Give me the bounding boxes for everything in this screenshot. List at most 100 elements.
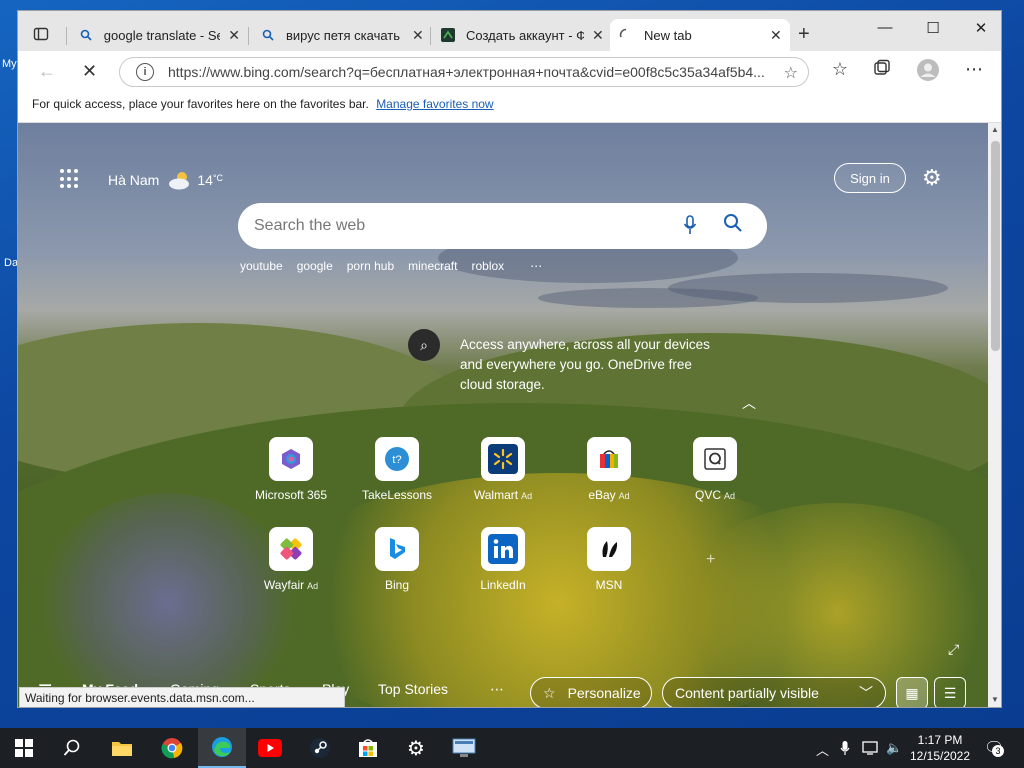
address-url: https://www.bing.com/search?q=бесплатная… xyxy=(168,64,765,80)
tab-title: New tab xyxy=(644,27,692,43)
weather-widget[interactable]: Hà Nam 14 °C xyxy=(108,169,223,191)
youtube-icon[interactable] xyxy=(246,728,294,768)
tab-create-account[interactable]: Создать аккаунт - Фо ✕ xyxy=(432,19,612,51)
weather-unit: °C xyxy=(212,173,224,183)
back-icon[interactable]: ← xyxy=(38,61,56,82)
system-clock[interactable]: 1:17 PM 12/15/2022 xyxy=(905,732,975,764)
chrome-icon[interactable] xyxy=(148,728,196,768)
search-icon[interactable] xyxy=(723,213,743,239)
list-layout-icon[interactable]: ☰ xyxy=(934,677,966,707)
address-bar[interactable]: i https://www.bing.com/search?q=бесплатн… xyxy=(119,57,809,87)
manage-favorites-link[interactable]: Manage favorites now xyxy=(376,97,493,111)
browser-window: google translate - Sea ✕ вирус петя скач… xyxy=(17,10,1002,708)
edge-icon[interactable] xyxy=(198,728,246,768)
trending-item[interactable]: roblox xyxy=(471,259,504,273)
quick-link-label: LinkedIn xyxy=(480,578,526,592)
windows-icon xyxy=(15,739,33,757)
tab-title: Создать аккаунт - Фо xyxy=(466,27,584,43)
quick-link-wayfair[interactable]: Wayfair Ad xyxy=(236,527,346,592)
minimize-icon[interactable]: — xyxy=(862,19,908,36)
more-feed-tabs-icon[interactable]: ⋯ xyxy=(490,681,504,698)
content-visibility-dropdown[interactable]: Content partially visible ﹀ xyxy=(662,677,886,707)
close-tab-icon[interactable]: ✕ xyxy=(228,27,240,44)
trending-item[interactable]: google xyxy=(297,259,333,273)
add-quick-link-icon[interactable]: + xyxy=(706,551,715,569)
tab-virus-search[interactable]: вирус петя скачать - ✕ xyxy=(252,19,432,51)
quick-link-bing[interactable]: Bing xyxy=(342,527,452,592)
search-icon[interactable] xyxy=(48,728,96,768)
remote-desktop-icon[interactable] xyxy=(440,728,488,768)
quick-link-label: Walmart xyxy=(473,488,519,502)
close-tab-icon[interactable]: ✕ xyxy=(592,27,604,44)
collections-icon[interactable] xyxy=(870,59,894,82)
feed-tab-top-stories[interactable]: Top Stories xyxy=(378,681,448,697)
search-box[interactable]: Search the web xyxy=(238,203,767,249)
toolbar: ← ✕ i https://www.bing.com/search?q=бесп… xyxy=(18,51,1001,91)
grid-layout-icon[interactable]: ▦ xyxy=(896,677,928,707)
clock-time: 1:17 PM xyxy=(917,733,963,747)
microphone-icon[interactable] xyxy=(840,740,850,759)
tab-bar: google translate - Sea ✕ вирус петя скач… xyxy=(18,11,1001,51)
page-scrollbar[interactable]: ▲ ▼ xyxy=(988,123,1001,707)
file-explorer-icon[interactable] xyxy=(98,728,146,768)
quick-link-qvc[interactable]: QVC Ad xyxy=(660,437,770,502)
search-icon xyxy=(260,27,276,43)
chevron-up-icon[interactable]: ︿ xyxy=(742,393,756,413)
close-tab-icon[interactable]: ✕ xyxy=(412,27,424,44)
content-visibility-label: Content partially visible xyxy=(675,685,819,701)
trending-item[interactable]: youtube xyxy=(240,259,283,273)
gear-icon[interactable]: ⚙ xyxy=(922,165,942,191)
store-icon[interactable] xyxy=(344,728,392,768)
sign-in-button[interactable]: Sign in xyxy=(834,163,906,193)
quick-link-label: QVC xyxy=(694,488,721,502)
quick-link-label: MSN xyxy=(595,578,623,592)
maximize-icon[interactable]: ☐ xyxy=(910,19,956,37)
onedrive-promo[interactable]: Access anywhere, across all your devices… xyxy=(460,335,720,395)
chevron-down-icon: ﹀ xyxy=(859,685,873,701)
microphone-icon[interactable] xyxy=(683,215,697,240)
new-tab-button[interactable]: + xyxy=(798,23,810,46)
settings-icon[interactable]: ⚙ xyxy=(392,728,440,768)
volume-icon[interactable]: 🔈 xyxy=(886,740,902,756)
chevron-up-icon[interactable]: ︿ xyxy=(816,740,829,759)
microsoft365-icon xyxy=(269,437,313,481)
tab-actions-icon[interactable] xyxy=(28,21,54,47)
favorites-icon[interactable]: ☆ xyxy=(828,59,852,80)
quick-link-label: Microsoft 365 xyxy=(254,488,328,502)
weather-temp: 14 xyxy=(197,172,213,188)
more-trending-icon[interactable]: ⋯ xyxy=(530,259,542,273)
visual-search-icon[interactable]: ⌕ xyxy=(408,329,440,361)
expand-icon[interactable]: ⤢ xyxy=(948,641,959,658)
close-window-icon[interactable]: ✕ xyxy=(958,19,1001,37)
trending-item[interactable]: porn hub xyxy=(347,259,394,273)
quick-link-microsoft365[interactable]: Microsoft 365 xyxy=(236,437,346,502)
site-icon xyxy=(440,27,456,43)
start-button[interactable] xyxy=(0,728,48,768)
quick-link-linkedin[interactable]: LinkedIn xyxy=(448,527,558,592)
quick-link-takelessons[interactable]: t? TakeLessons xyxy=(342,437,452,502)
steam-icon[interactable] xyxy=(296,728,344,768)
trending-item[interactable]: minecraft xyxy=(408,259,457,273)
ad-badge: Ad xyxy=(618,491,630,501)
status-bar: Waiting for browser.events.data.msn.com.… xyxy=(19,687,345,707)
search-input[interactable]: Search the web xyxy=(254,217,674,235)
tab-new-tab[interactable]: New tab ✕ xyxy=(610,19,790,51)
quick-link-walmart[interactable]: Walmart Ad xyxy=(448,437,558,502)
info-icon[interactable]: i xyxy=(136,63,154,81)
trending-searches: youtube google porn hub minecraft roblox… xyxy=(240,259,556,273)
stop-loading-icon[interactable]: ✕ xyxy=(82,61,97,82)
tab-google-translate[interactable]: google translate - Sea ✕ xyxy=(70,19,248,51)
personalize-icon: ☆ xyxy=(543,684,556,701)
quick-link-ebay[interactable]: eBay Ad xyxy=(554,437,664,502)
close-tab-icon[interactable]: ✕ xyxy=(770,27,782,44)
apps-grid-icon[interactable] xyxy=(60,169,80,189)
add-favorite-icon[interactable]: ☆ xyxy=(784,63,798,83)
profile-avatar[interactable] xyxy=(916,59,940,86)
desktop-label-fragment: My xyxy=(2,58,17,70)
ad-badge: Ad xyxy=(307,581,319,591)
more-menu-icon[interactable]: ⋯ xyxy=(962,59,986,80)
personalize-button[interactable]: ☆ Personalize xyxy=(530,677,652,707)
quick-link-msn[interactable]: MSN xyxy=(554,527,664,592)
network-icon[interactable] xyxy=(862,740,880,759)
new-tab-page: Hà Nam 14 °C Sign in ⚙ Search the web you… xyxy=(18,123,988,707)
